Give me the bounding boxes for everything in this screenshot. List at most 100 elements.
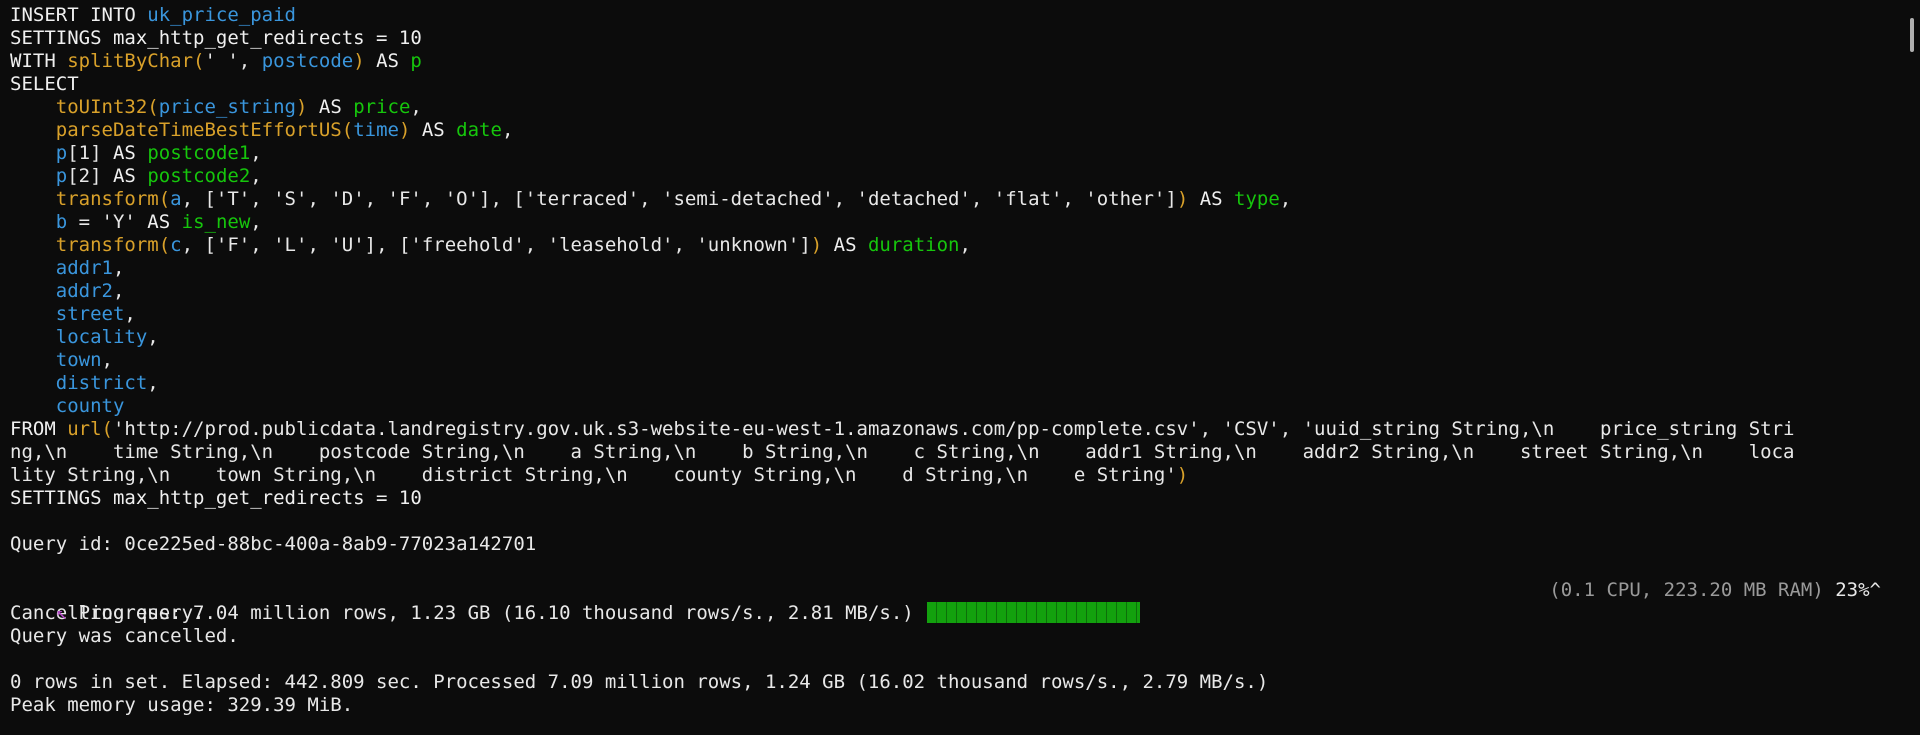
code-token: price xyxy=(353,96,411,118)
terminal-line: town, xyxy=(10,349,1910,372)
code-token: ) xyxy=(810,234,823,256)
code-token: locality xyxy=(55,326,148,348)
code-token: date xyxy=(456,119,502,141)
terminal-line: transform(c, ['F', 'L', 'U'], ['freehold… xyxy=(10,234,1910,257)
code-token: , ['F', 'L', 'U'], ['freehold', 'leaseho… xyxy=(181,234,811,256)
code-token: , xyxy=(250,142,262,164)
code-token: , xyxy=(501,119,514,141)
code-token: uk_price_paid xyxy=(147,4,296,26)
code-token: AS xyxy=(410,119,457,141)
terminal-line: INSERT INTO uk_price_paid xyxy=(10,4,1910,27)
code-token: , xyxy=(124,303,136,325)
code-token: toUInt32( xyxy=(55,96,159,118)
code-token: b xyxy=(55,211,68,233)
terminal-line: addr2, xyxy=(10,280,1910,303)
terminal-line: district, xyxy=(10,372,1910,395)
code-token: ) xyxy=(353,50,365,72)
terminal-line: p[2] AS postcode2, xyxy=(10,165,1910,188)
code-token: WITH xyxy=(10,50,68,72)
terminal-line: SETTINGS max_http_get_redirects = 10 xyxy=(10,487,1910,510)
code-token: street xyxy=(55,303,125,325)
terminal-line: parseDateTimeBestEffortUS(time) AS date, xyxy=(10,119,1910,142)
code-token: ng,\n time String,\n postcode String,\n … xyxy=(10,441,1795,463)
terminal-line: transform(a, ['T', 'S', 'D', 'F', 'O'], … xyxy=(10,188,1910,211)
code-token: = 'Y' xyxy=(67,211,136,233)
code-token: AS xyxy=(135,211,182,233)
code-token: SETTINGS max_http_get_redirects = 10 xyxy=(10,487,422,509)
code-token: price_string xyxy=(158,96,296,118)
scrollbar-thumb[interactable] xyxy=(1910,18,1914,52)
code-token: lity String,\n town String,\n district S… xyxy=(10,464,1177,486)
code-token: , xyxy=(112,280,125,302)
code-token: time xyxy=(353,119,399,141)
code-token: INSERT INTO xyxy=(10,4,148,26)
code-token: AS xyxy=(822,234,868,256)
code-token: ) xyxy=(1176,188,1189,210)
code-token: ) xyxy=(398,119,411,141)
progress-percent: 23%^ xyxy=(1823,579,1881,601)
code-token: url( xyxy=(67,418,113,440)
terminal-line: locality, xyxy=(10,326,1910,349)
code-token: is_new xyxy=(181,211,251,233)
terminal-line: Peak memory usage: 329.39 MiB. xyxy=(10,694,354,716)
code-token: county xyxy=(55,395,125,417)
code-token: AS xyxy=(101,165,148,187)
terminal-line: Query id: 0ce225ed-88bc-400a-8ab9-77023a… xyxy=(10,533,1910,556)
code-token: district xyxy=(55,372,148,394)
code-token: [1] xyxy=(67,142,102,164)
progress-stats: (0.1 CPU, 223.20 MB RAM) 23%^ xyxy=(1549,579,1881,602)
terminal-line: SETTINGS max_http_get_redirects = 10 xyxy=(10,27,1910,50)
terminal-line: toUInt32(price_string) AS price, xyxy=(10,96,1910,119)
code-token: a xyxy=(170,188,182,210)
code-token: AS xyxy=(364,50,411,72)
progress-bar-fill xyxy=(927,602,1141,623)
query-text: INSERT INTO uk_price_paid SETTINGS max_ht… xyxy=(10,4,1910,579)
code-token: Query id: 0ce225ed-88bc-400a-8ab9-77023a… xyxy=(10,533,537,555)
code-token: AS xyxy=(1188,188,1235,210)
progress-bar xyxy=(927,602,1141,623)
code-token: FROM xyxy=(10,418,68,440)
terminal-line: WITH splitByChar(' ', postcode) AS p xyxy=(10,50,1910,73)
progress-text: Progress: 7.04 million rows, 1.23 GB (16… xyxy=(67,602,926,624)
terminal-window[interactable]: INSERT INTO uk_price_paid SETTINGS max_ht… xyxy=(0,0,1920,735)
code-token: , xyxy=(1279,188,1292,210)
terminal-line: Query was cancelled. xyxy=(10,625,239,647)
code-token: parseDateTimeBestEffortUS( xyxy=(55,119,354,141)
code-token: splitByChar( xyxy=(67,50,205,72)
code-token: postcode2 xyxy=(147,165,251,187)
code-token: AS xyxy=(101,142,148,164)
code-token: postcode xyxy=(261,50,354,72)
code-token: addr1 xyxy=(55,257,113,279)
code-token: town xyxy=(55,349,102,371)
code-token: AS xyxy=(307,96,354,118)
terminal-line: addr1, xyxy=(10,257,1910,280)
code-token: addr2 xyxy=(55,280,113,302)
terminal-line: county xyxy=(10,395,1910,418)
code-token: [2] xyxy=(67,165,102,187)
code-token: type xyxy=(1234,188,1280,210)
code-token: , xyxy=(410,96,422,118)
code-token: , xyxy=(250,165,262,187)
code-token: p xyxy=(55,165,68,187)
code-token: p xyxy=(55,142,68,164)
code-token: , xyxy=(147,372,159,394)
code-token: , ['T', 'S', 'D', 'F', 'O'], ['terraced'… xyxy=(181,188,1177,210)
terminal-line: lity String,\n town String,\n district S… xyxy=(10,464,1910,487)
terminal-line: SELECT xyxy=(10,73,1910,96)
code-token: c xyxy=(170,234,182,256)
terminal-line: p[1] AS postcode1, xyxy=(10,142,1910,165)
code-token: SELECT xyxy=(10,73,79,95)
